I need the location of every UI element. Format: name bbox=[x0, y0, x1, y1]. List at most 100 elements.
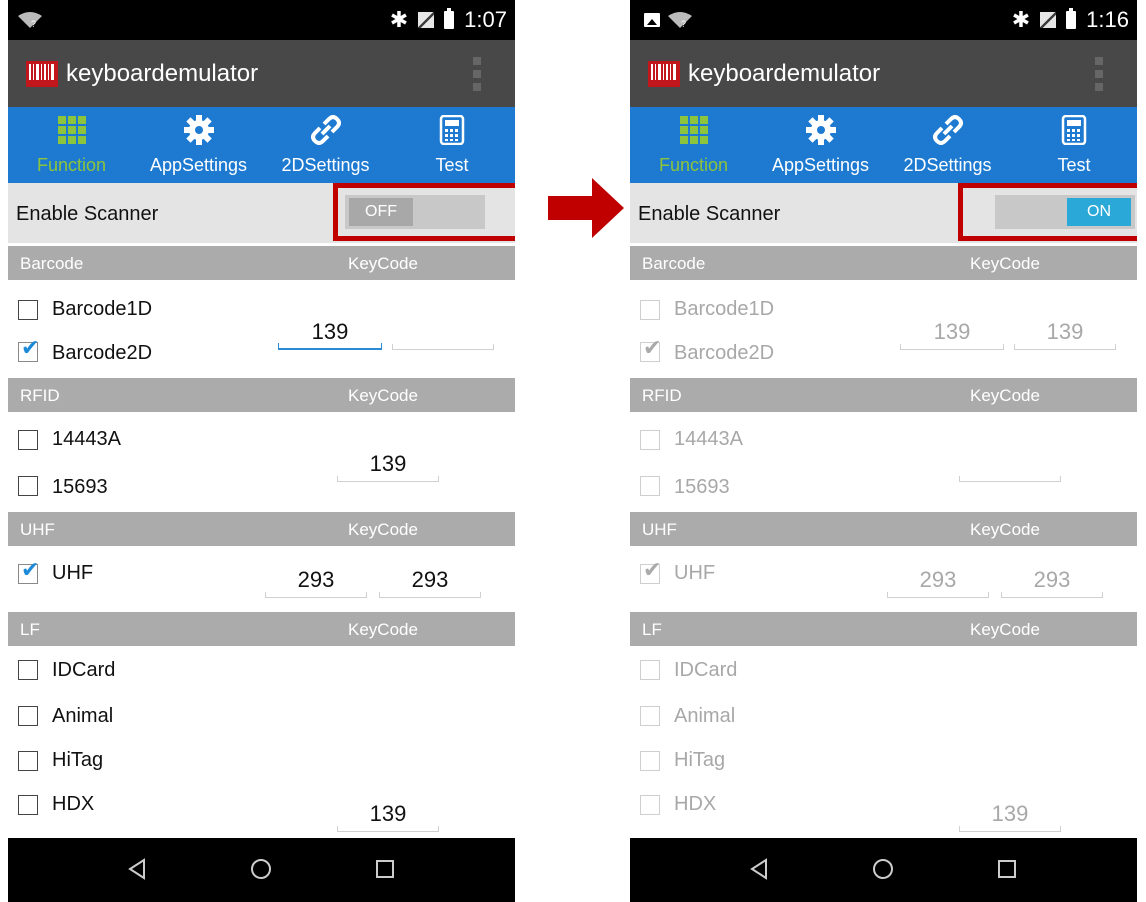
barcode-header: Barcode KeyCode bbox=[8, 246, 515, 280]
15693-label: 15693 bbox=[52, 476, 108, 498]
uhf-checkbox[interactable]: ✔ bbox=[640, 559, 661, 584]
uhf-keycode-input-2[interactable]: 293 bbox=[1001, 566, 1103, 600]
back-icon[interactable] bbox=[126, 858, 148, 880]
barcode-keycode-input-1[interactable]: 139 bbox=[900, 318, 1004, 352]
uhf-keycode-input-1[interactable]: 293 bbox=[265, 566, 367, 600]
barcode-keycode-input-1[interactable]: 139 bbox=[278, 318, 382, 352]
section-title: UHF bbox=[642, 520, 677, 539]
barcode1d-checkbox[interactable] bbox=[18, 300, 38, 320]
app-bar: keyboardemulator bbox=[630, 40, 1137, 107]
animal-checkbox[interactable] bbox=[18, 706, 38, 726]
tab-test[interactable]: Test bbox=[1011, 107, 1137, 183]
home-icon[interactable] bbox=[872, 858, 894, 880]
enable-scanner-label: Enable Scanner bbox=[16, 203, 159, 225]
idcard-checkbox[interactable] bbox=[640, 660, 660, 680]
14443a-checkbox[interactable] bbox=[640, 430, 660, 450]
overflow-menu-icon[interactable] bbox=[1095, 57, 1103, 91]
idcard-checkbox[interactable] bbox=[18, 660, 38, 680]
tab-function[interactable]: Function bbox=[8, 107, 135, 183]
rfid-keycode-input[interactable]: 139 bbox=[337, 450, 439, 484]
tab-test[interactable]: Test bbox=[389, 107, 515, 183]
uhf-label: UHF bbox=[674, 562, 716, 584]
bluetooth-icon: ✱ bbox=[1011, 7, 1031, 32]
battery-icon bbox=[1066, 8, 1077, 29]
15693-checkbox[interactable] bbox=[640, 476, 660, 496]
hitag-label: HiTag bbox=[674, 749, 726, 771]
enable-scanner-row: Enable Scanner OFF bbox=[8, 183, 515, 243]
tab-label: 2DSettings bbox=[903, 155, 992, 175]
image-notification-icon bbox=[644, 13, 660, 27]
calculator-icon bbox=[439, 115, 465, 145]
keycode-label: KeyCode bbox=[970, 254, 1040, 273]
barcode2d-checkbox[interactable]: ✔ bbox=[18, 337, 39, 362]
phone-before: ? ✱ 1:07 keyboardemulator Function AppSe… bbox=[8, 0, 515, 902]
clock: 1:16 bbox=[1086, 7, 1129, 32]
14443a-checkbox[interactable] bbox=[18, 430, 38, 450]
tab-2dsettings[interactable]: 2DSettings bbox=[884, 107, 1011, 183]
no-sim-icon bbox=[418, 12, 435, 28]
hdx-label: HDX bbox=[674, 793, 717, 815]
check-icon: ✔ bbox=[643, 557, 662, 582]
uhf-keycode-input-1[interactable]: 293 bbox=[887, 566, 989, 600]
barcode1d-label: Barcode1D bbox=[52, 298, 153, 320]
barcode-header: Barcode KeyCode bbox=[630, 246, 1137, 280]
barcode-keycode-input-2[interactable] bbox=[392, 318, 494, 352]
no-sim-icon bbox=[1040, 12, 1057, 28]
keycode-label: KeyCode bbox=[970, 386, 1040, 405]
grid-icon bbox=[679, 116, 708, 144]
battery-icon bbox=[444, 8, 455, 29]
section-title: LF bbox=[642, 620, 662, 639]
back-icon[interactable] bbox=[748, 858, 770, 880]
rfid-header: RFID KeyCode bbox=[8, 378, 515, 412]
keycode-label: KeyCode bbox=[348, 254, 418, 273]
animal-label: Animal bbox=[674, 705, 736, 727]
section-title: UHF bbox=[20, 520, 55, 539]
barcode1d-label: Barcode1D bbox=[674, 298, 775, 320]
14443a-label: 14443A bbox=[674, 428, 743, 450]
barcode2d-label: Barcode2D bbox=[674, 342, 775, 364]
section-title: Barcode bbox=[642, 254, 706, 273]
wifi-icon: ? bbox=[668, 12, 692, 28]
recents-icon[interactable] bbox=[374, 858, 396, 880]
link-icon bbox=[932, 115, 963, 145]
tab-appsettings[interactable]: AppSettings bbox=[135, 107, 262, 183]
uhf-keycode-input-2[interactable]: 293 bbox=[379, 566, 481, 600]
bluetooth-icon: ✱ bbox=[389, 7, 409, 32]
uhf-label: UHF bbox=[52, 562, 94, 584]
barcode2d-checkbox[interactable]: ✔ bbox=[640, 337, 661, 362]
hdx-checkbox[interactable] bbox=[640, 795, 660, 815]
app-title: keyboardemulator bbox=[66, 60, 259, 87]
rfid-keycode-input[interactable] bbox=[959, 450, 1061, 484]
uhf-header: UHF KeyCode bbox=[630, 512, 1137, 546]
barcode1d-checkbox[interactable] bbox=[640, 300, 660, 320]
tab-label: 2DSettings bbox=[281, 155, 370, 175]
overflow-menu-icon[interactable] bbox=[473, 57, 481, 91]
tab-function[interactable]: Function bbox=[630, 107, 757, 183]
recents-icon[interactable] bbox=[996, 858, 1018, 880]
tab-2dsettings[interactable]: 2DSettings bbox=[262, 107, 389, 183]
lf-keycode-input[interactable]: 139 bbox=[959, 800, 1061, 834]
tab-label: AppSettings bbox=[149, 155, 248, 175]
15693-checkbox[interactable] bbox=[18, 476, 38, 496]
wifi-icon: ? bbox=[18, 12, 42, 28]
lf-header: LF KeyCode bbox=[8, 612, 515, 646]
svg-text:?: ? bbox=[681, 19, 686, 28]
hitag-checkbox[interactable] bbox=[18, 751, 38, 771]
uhf-checkbox[interactable]: ✔ bbox=[18, 559, 39, 584]
highlight-box bbox=[958, 183, 1137, 241]
lf-header: LF KeyCode bbox=[630, 612, 1137, 646]
hitag-label: HiTag bbox=[52, 749, 104, 771]
barcode-keycode-input-2[interactable]: 139 bbox=[1014, 318, 1116, 352]
enable-scanner-row: Enable Scanner ON bbox=[630, 183, 1137, 243]
animal-checkbox[interactable] bbox=[640, 706, 660, 726]
tab-appsettings[interactable]: AppSettings bbox=[757, 107, 884, 183]
hdx-checkbox[interactable] bbox=[18, 795, 38, 815]
app-title: keyboardemulator bbox=[688, 60, 881, 87]
keycode-label: KeyCode bbox=[348, 386, 418, 405]
highlight-box bbox=[333, 183, 515, 241]
calculator-icon bbox=[1061, 115, 1087, 145]
home-icon[interactable] bbox=[250, 858, 272, 880]
hitag-checkbox[interactable] bbox=[640, 751, 660, 771]
clock: 1:07 bbox=[464, 7, 507, 32]
lf-keycode-input[interactable]: 139 bbox=[337, 800, 439, 834]
